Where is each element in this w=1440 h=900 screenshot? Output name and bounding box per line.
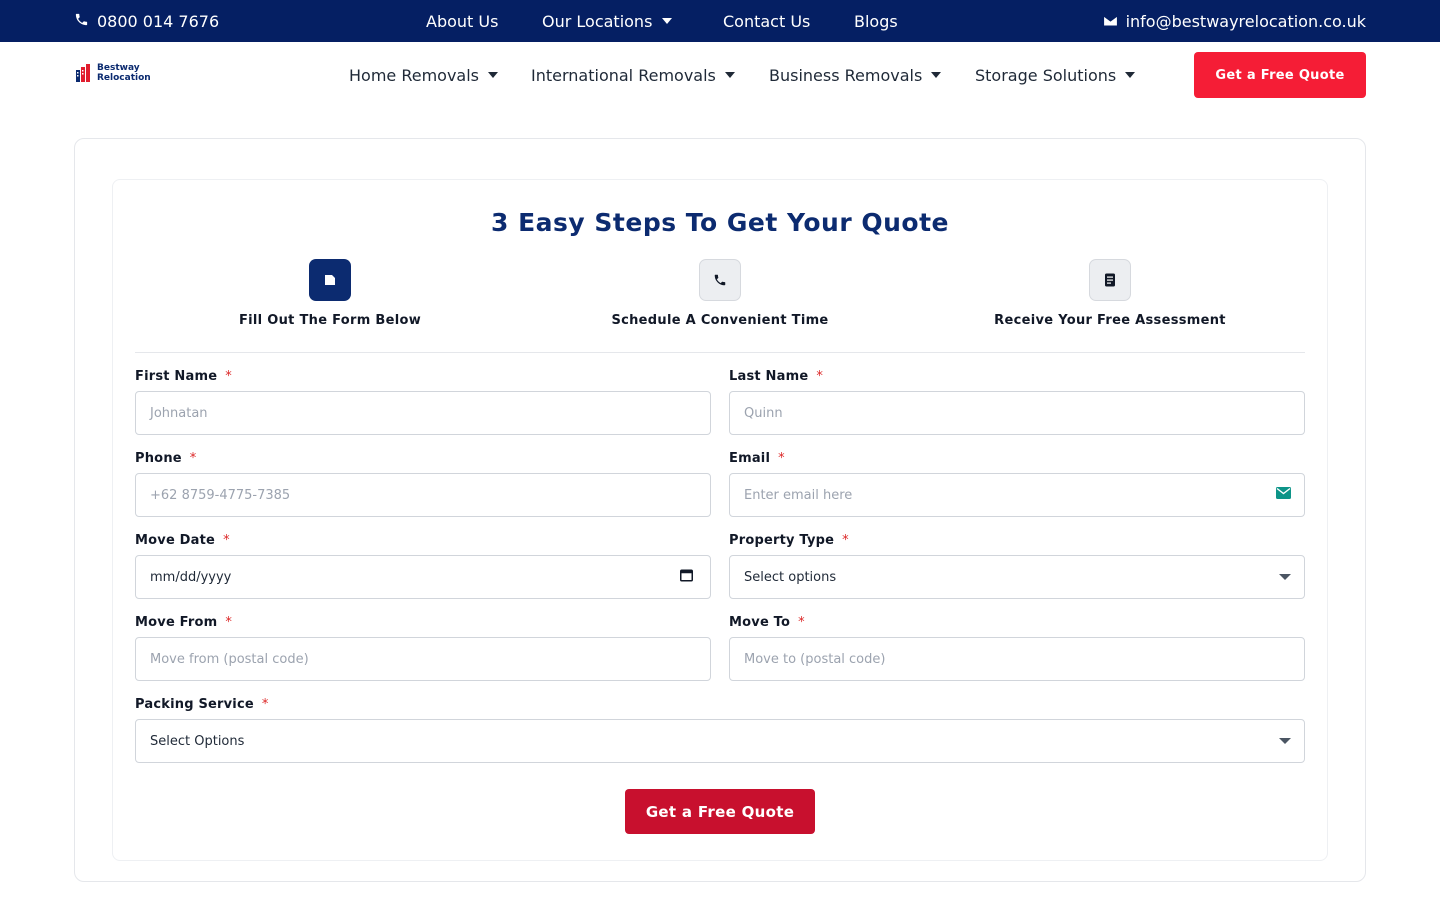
- move-from-input[interactable]: Move from (postal code): [135, 637, 711, 681]
- submit-quote-button[interactable]: Get a Free Quote: [625, 789, 815, 834]
- first-name-input[interactable]: Johnatan: [135, 391, 711, 435]
- logo-text-line2: Relocation: [97, 73, 151, 83]
- chevron-down-icon: [931, 72, 942, 78]
- chevron-down-icon: [662, 18, 673, 24]
- property-type-label: Property Type *: [729, 533, 849, 548]
- step-2-label: Schedule A Convenient Time: [611, 313, 829, 328]
- logo-text-line1: Bestway: [97, 63, 140, 73]
- header-quote-button[interactable]: Get a Free Quote: [1194, 52, 1366, 98]
- document-icon: [309, 259, 351, 301]
- move-to-label: Move To *: [729, 615, 805, 630]
- move-from-label: Move From *: [135, 615, 233, 630]
- envelope-icon: [1276, 487, 1291, 503]
- clipboard-icon: [1089, 259, 1131, 301]
- chevron-down-icon: [1279, 574, 1291, 580]
- step-1-label: Fill Out The Form Below: [238, 313, 422, 328]
- required-marker: *: [778, 451, 785, 466]
- envelope-icon: [1102, 12, 1118, 31]
- form-title: 3 Easy Steps To Get Your Quote: [490, 208, 949, 237]
- top-nav-about-us[interactable]: About Us: [426, 12, 498, 31]
- top-nav-our-locations[interactable]: Our Locations: [542, 12, 673, 31]
- property-type-select[interactable]: Select options: [729, 555, 1305, 599]
- email-input[interactable]: Enter email here: [729, 473, 1305, 517]
- required-marker: *: [798, 615, 805, 630]
- move-date-input[interactable]: mm/dd/yyyy: [135, 555, 711, 599]
- calendar-icon[interactable]: [680, 569, 693, 586]
- step-1: Fill Out The Form Below: [180, 259, 480, 328]
- logo-mark-icon: [76, 64, 90, 82]
- nav-home-removals[interactable]: Home Removals: [349, 66, 499, 85]
- required-marker: *: [225, 615, 233, 630]
- top-phone-number: 0800 014 7676: [97, 11, 220, 31]
- required-marker: *: [223, 533, 230, 548]
- required-marker: *: [189, 451, 197, 466]
- step-2: Schedule A Convenient Time: [570, 259, 870, 328]
- main-header: Bestway Relocation Home Removals Interna…: [0, 42, 1440, 108]
- phone-icon: [74, 12, 89, 31]
- packing-service-select[interactable]: Select Options: [135, 719, 1305, 763]
- phone-icon: [699, 259, 741, 301]
- move-date-label: Move Date *: [135, 533, 230, 548]
- top-phone-link[interactable]: 0800 014 7676: [74, 0, 219, 42]
- packing-service-label: Packing Service *: [135, 697, 269, 712]
- last-name-label: Last Name *: [729, 369, 824, 384]
- nav-storage-solutions[interactable]: Storage Solutions: [975, 66, 1136, 85]
- last-name-input[interactable]: Quinn: [729, 391, 1305, 435]
- phone-label: Phone *: [135, 451, 197, 466]
- chevron-down-icon: [1125, 72, 1136, 78]
- phone-input[interactable]: +62 8759-4775-7385: [135, 473, 711, 517]
- move-to-input[interactable]: Move to (postal code): [729, 637, 1305, 681]
- nav-international-removals[interactable]: International Removals: [531, 66, 735, 85]
- top-nav-blogs[interactable]: Blogs: [854, 12, 898, 31]
- chevron-down-icon: [1279, 738, 1291, 744]
- email-label: Email *: [729, 451, 785, 466]
- required-marker: *: [225, 369, 232, 384]
- required-marker: *: [816, 369, 824, 384]
- first-name-label: First Name *: [135, 369, 232, 384]
- step-3-label: Receive Your Free Assessment: [994, 313, 1226, 328]
- nav-business-removals[interactable]: Business Removals: [769, 66, 942, 85]
- chevron-down-icon: [488, 72, 499, 78]
- top-email-link[interactable]: info@bestwayrelocation.co.uk: [1102, 0, 1366, 42]
- step-3: Receive Your Free Assessment: [960, 259, 1260, 328]
- steps-divider: [135, 352, 1305, 353]
- top-nav-contact-us[interactable]: Contact Us: [723, 12, 810, 31]
- top-email-address: info@bestwayrelocation.co.uk: [1125, 11, 1366, 31]
- chevron-down-icon: [724, 72, 735, 78]
- top-bar: 0800 014 7676 About Us Our Locations Con…: [0, 0, 1440, 42]
- logo[interactable]: Bestway Relocation: [76, 63, 151, 83]
- required-marker: *: [261, 697, 269, 712]
- required-marker: *: [842, 533, 849, 548]
